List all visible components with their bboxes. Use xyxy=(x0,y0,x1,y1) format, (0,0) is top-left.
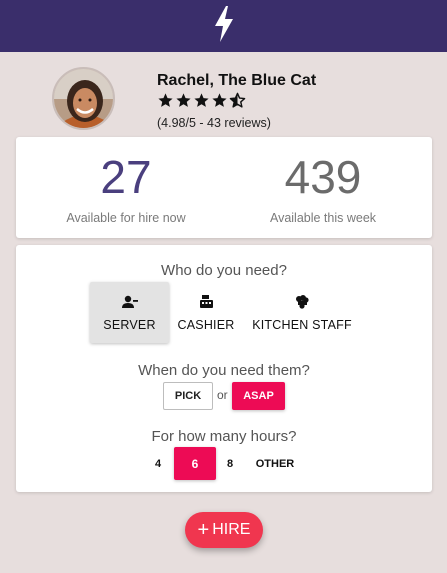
role-server-button[interactable]: SERVER xyxy=(90,282,169,343)
available-now-count: 27 xyxy=(100,151,152,203)
top-bar xyxy=(0,0,447,52)
when-title: When do you need them? xyxy=(138,362,310,379)
or-text: or xyxy=(217,388,228,402)
hours-option-8[interactable]: 8 xyxy=(220,448,240,479)
availability-card: 27 Available for hire now 439 Available … xyxy=(16,137,432,238)
star-half-icon xyxy=(229,92,246,114)
hire-button-label: HIRE xyxy=(212,521,251,538)
chef-icon xyxy=(295,295,309,309)
star-full-icon xyxy=(211,92,228,114)
avatar[interactable] xyxy=(52,67,115,130)
hire-button[interactable]: + HIRE xyxy=(185,512,263,548)
cash-register-icon xyxy=(199,295,213,309)
person-icon xyxy=(121,295,138,309)
star-full-icon xyxy=(157,92,174,114)
available-week-count: 439 xyxy=(284,151,362,203)
role-kitchen-staff-button[interactable]: KITCHEN STAFF xyxy=(250,282,354,343)
available-now-label: Available for hire now xyxy=(66,211,186,225)
hours-option-other[interactable]: OTHER xyxy=(250,448,300,479)
available-week-stat: 439 Available this week xyxy=(219,137,427,225)
pick-time-button[interactable]: PICK xyxy=(163,382,213,410)
star-full-icon xyxy=(193,92,210,114)
asap-button[interactable]: ASAP xyxy=(232,382,285,410)
who-title: Who do you need? xyxy=(161,262,287,279)
role-cashier-button[interactable]: CASHIER xyxy=(175,282,237,343)
role-cashier-label: CASHIER xyxy=(177,318,235,332)
profile-name: Rachel, The Blue Cat xyxy=(157,72,317,89)
hire-form-card: Who do you need? SERVER CASHIER KITCHEN … xyxy=(16,245,432,492)
role-kitchen-staff-label: KITCHEN STAFF xyxy=(252,318,352,332)
hours-option-4[interactable]: 4 xyxy=(148,448,168,479)
available-now-stat: 27 Available for hire now xyxy=(22,137,230,225)
lightning-bolt-icon[interactable] xyxy=(213,5,235,47)
profile-header: Rachel, The Blue Cat (4.98/5 - 43 review… xyxy=(52,67,412,131)
hours-option-6[interactable]: 6 xyxy=(174,447,216,480)
plus-icon: + xyxy=(197,519,210,541)
rating-text: (4.98/5 - 43 reviews) xyxy=(157,116,271,130)
available-week-label: Available this week xyxy=(269,211,377,225)
role-server-label: SERVER xyxy=(103,318,156,332)
hours-title: For how many hours? xyxy=(151,428,297,445)
star-full-icon xyxy=(175,92,192,114)
rating-stars xyxy=(157,92,246,114)
